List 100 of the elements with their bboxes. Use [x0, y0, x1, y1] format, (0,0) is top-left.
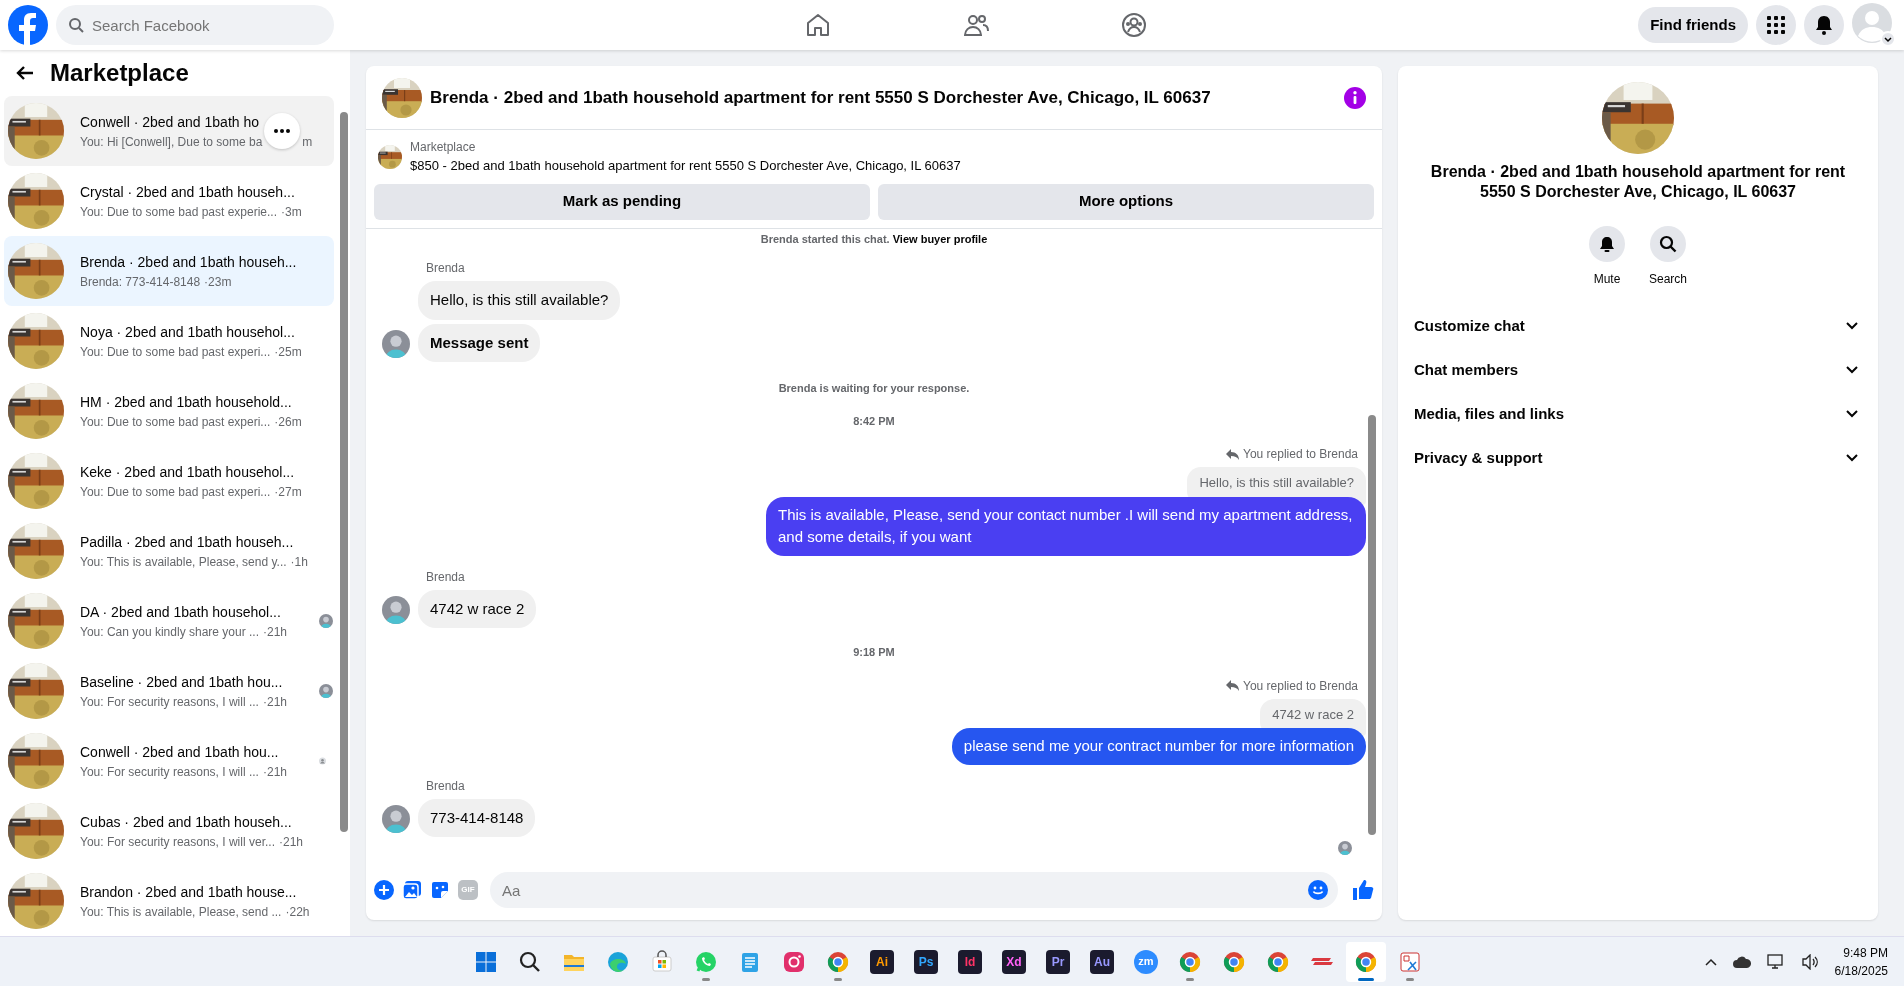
- section-header[interactable]: Chat members: [1414, 348, 1862, 392]
- conversation-item[interactable]: Conwell · 2bed and 1bath ho You: Hi [Conwell], Due to some ba m: [4, 96, 334, 166]
- more-icon: [274, 129, 291, 133]
- chevron-up-icon[interactable]: [1704, 957, 1717, 966]
- reply-note: You replied to Brenda: [1243, 677, 1358, 695]
- listing-button[interactable]: More options: [878, 183, 1374, 220]
- chevron-icon: [1846, 410, 1858, 418]
- whatsapp-icon: [694, 949, 718, 974]
- conversation-item[interactable]: Noya · 2bed and 1bath househol... You: Due to some bad past experi... ·25m: [4, 306, 334, 376]
- conversation-item[interactable]: HM · 2bed and 1bath household... You: Due to some bad past experi... ·26m: [4, 376, 334, 446]
- conversation-title: Cubas · 2bed and 1bath househ...: [80, 812, 292, 832]
- message-preview: You: Due to some bad past experi...: [80, 343, 271, 361]
- taskbar-app[interactable]: Au: [1082, 941, 1122, 982]
- conversation-item[interactable]: Conwell · 2bed and 1bath hou... You: For security reasons, I will ... ·21h: [4, 726, 334, 796]
- message-time: ·25m: [274, 343, 302, 361]
- sender-avatar: [382, 596, 410, 624]
- chevron-icon: [1846, 454, 1858, 462]
- chrome-icon: [1354, 949, 1378, 974]
- taskbar-app[interactable]: Id: [950, 941, 990, 982]
- emoji-icon[interactable]: [1308, 880, 1328, 900]
- mute-button[interactable]: [1589, 226, 1625, 262]
- info-icon[interactable]: [1344, 86, 1366, 109]
- taskbar-app[interactable]: Pr: [1038, 941, 1078, 982]
- conversation-item[interactable]: Brenda · 2bed and 1bath househ... Brenda: 773-414-8148 ·23m: [4, 236, 334, 306]
- section-header[interactable]: Media, files and links: [1414, 392, 1862, 436]
- clock-date[interactable]: 6/18/2025: [1834, 961, 1888, 980]
- conversation-item[interactable]: Cubas · 2bed and 1bath househ... You: For security reasons, I will ver... ·21h: [4, 796, 334, 866]
- section-header[interactable]: Privacy & support: [1414, 436, 1862, 480]
- groups-icon[interactable]: [1120, 11, 1148, 39]
- listing-button[interactable]: Mark as pending: [374, 183, 870, 220]
- chat-title: Brenda · 2bed and 1bath household apartment for rent 5550 S Dorchester Ave, Chicago, IL 60637: [430, 86, 1212, 109]
- message-preview: You: Due to some bad past experi...: [80, 483, 271, 501]
- reply-note: You replied to Brenda: [1243, 446, 1358, 463]
- search-button[interactable]: [1650, 226, 1686, 262]
- conversation-item[interactable]: Padilla · 2bed and 1bath househ... You: This is available, Please, send y... ·1h: [4, 516, 334, 586]
- like-icon[interactable]: [1352, 879, 1374, 901]
- message-time: ·23m: [204, 273, 232, 291]
- message-preview: Brenda: 773-414-8148: [80, 273, 201, 291]
- message-time: ·1h: [290, 553, 308, 571]
- grid-icon: [1767, 16, 1785, 34]
- conversation-title: Keke · 2bed and 1bath househol...: [80, 462, 295, 482]
- more-options-button[interactable]: [264, 113, 301, 149]
- conversation-item[interactable]: Keke · 2bed and 1bath househol... You: Due to some bad past experi... ·27m: [4, 446, 334, 516]
- menu-button[interactable]: [1756, 5, 1796, 45]
- sticker-icon[interactable]: [430, 880, 450, 900]
- view-profile-link[interactable]: View buyer profile: [892, 232, 988, 245]
- snip-icon: [1398, 949, 1422, 974]
- clock-time[interactable]: 9:48 PM: [1834, 943, 1888, 962]
- message-time: ·22h: [285, 903, 310, 921]
- conversation-item[interactable]: Baseline · 2bed and 1bath hou... You: For security reasons, I will ... ·21h: [4, 656, 334, 726]
- message-preview: You: Due to some bad past experie...: [80, 203, 277, 221]
- conversation-title: Crystal · 2bed and 1bath househ...: [80, 182, 295, 202]
- conversation-title: HM · 2bed and 1bath household...: [80, 392, 292, 412]
- conversation-title: Brenda · 2bed and 1bath househ...: [80, 252, 297, 272]
- message-bubble: 773-414-8148: [418, 798, 536, 837]
- sender-avatar: [382, 330, 410, 358]
- chrome-icon: [826, 949, 850, 974]
- store-icon: [650, 949, 674, 974]
- conversation-item[interactable]: Crystal · 2bed and 1bath househ... You: Due to some bad past experie... ·3m: [4, 166, 334, 236]
- conversation-title: Padilla · 2bed and 1bath househ...: [80, 532, 294, 552]
- conversation-item[interactable]: Brandon · 2bed and 1bath house... You: This is available, Please, send ... ·22h: [4, 866, 334, 936]
- search-field[interactable]: Search Facebook: [56, 5, 334, 45]
- cloud-icon[interactable]: [1732, 955, 1751, 968]
- message-preview: You: This is available, Please, send y...: [80, 553, 287, 571]
- home-icon[interactable]: [804, 11, 832, 39]
- message-time: ·26m: [274, 413, 302, 431]
- message-time: ·21h: [278, 833, 303, 851]
- search-icon: [518, 949, 542, 974]
- message-preview: You: For security reasons, I will ...: [80, 693, 259, 711]
- conversation-title: DA · 2bed and 1bath househol...: [80, 602, 281, 622]
- taskbar-app[interactable]: Ai: [862, 941, 902, 982]
- edge-icon: [606, 949, 630, 974]
- search-icon: [1659, 235, 1677, 253]
- facebook-logo[interactable]: [8, 5, 48, 45]
- image-icon[interactable]: [402, 880, 422, 900]
- taskbar-app[interactable]: Xd: [994, 941, 1034, 982]
- message-preview: You: For security reasons, I will ver...: [80, 833, 275, 851]
- conversation-title: Baseline · 2bed and 1bath hou...: [80, 672, 283, 692]
- back-arrow-icon[interactable]: [16, 65, 34, 81]
- find-friends-button[interactable]: Find friends: [1638, 7, 1748, 43]
- conversation-title: Brandon · 2bed and 1bath house...: [80, 882, 297, 902]
- message-time: ·21h: [263, 623, 288, 641]
- chrome-icon: [1222, 949, 1246, 974]
- speaker-icon[interactable]: [1800, 953, 1819, 970]
- plus-icon[interactable]: [374, 880, 394, 900]
- message-bubble: 4742 w race 2: [418, 589, 537, 628]
- conversation-item[interactable]: DA · 2bed and 1bath househol... You: Can you kindly share your ... ·21h: [4, 586, 334, 656]
- chevron-icon: [1846, 322, 1858, 330]
- notifications-button[interactable]: [1804, 5, 1844, 45]
- message-preview: You: Can you kindly share your ...: [80, 623, 259, 641]
- message-field[interactable]: Aa: [490, 872, 1338, 908]
- section-header[interactable]: Customize chat: [1414, 304, 1862, 348]
- taskbar-app[interactable]: Ps: [906, 941, 946, 982]
- network-icon[interactable]: [1766, 953, 1785, 970]
- message-bubble: This is available, Please, send your contact number .I will send my apartment address, and some details, if you want: [766, 496, 1366, 556]
- status-message: Brenda is waiting for your response.: [777, 381, 971, 396]
- message-time: ·27m: [274, 483, 302, 501]
- instagram-icon: [782, 949, 806, 974]
- bell-icon: [1598, 235, 1616, 253]
- action-label: Search: [1649, 271, 1687, 288]
